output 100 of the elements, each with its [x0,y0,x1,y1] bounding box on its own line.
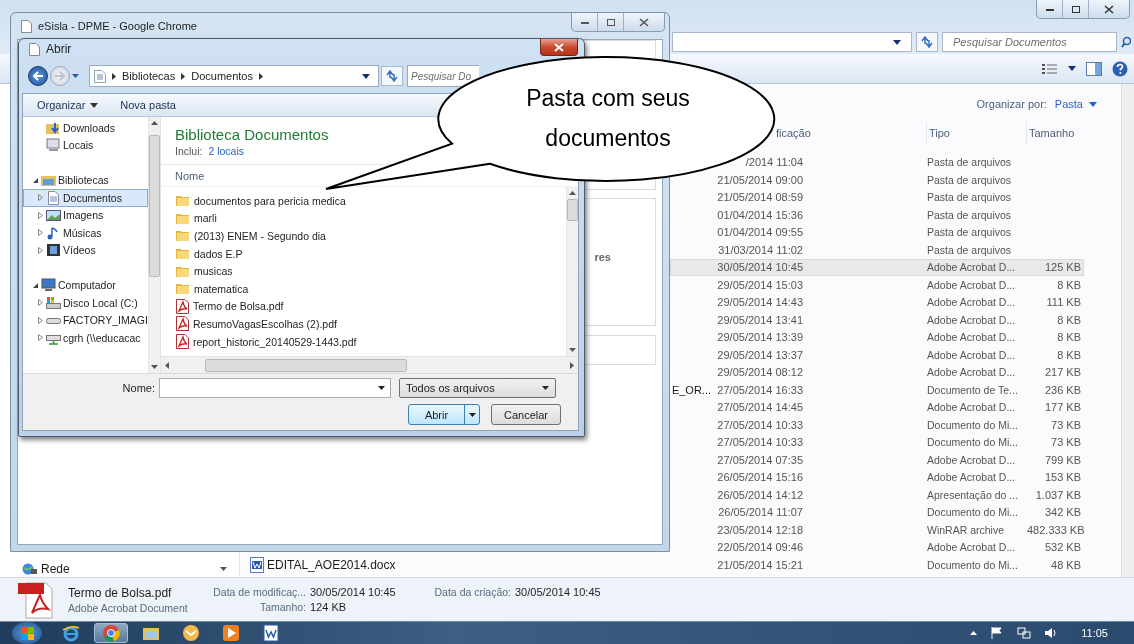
cancel-button[interactable]: Cancelar [491,404,561,425]
help-icon[interactable] [1112,60,1128,77]
file-row[interactable]: 26/05/2014 14:12 Apresentação do ... 1.037 KB [670,486,1084,504]
view-list-icon[interactable] [1042,62,1058,75]
file-row[interactable]: 23/05/2014 12:18 WinRAR archive 482.333 KB [670,521,1084,539]
file-row[interactable]: 22/05/2014 09:46 Adobe Acrobat D... 532 KB [670,538,1084,556]
caret-icon [468,412,476,417]
open-button[interactable]: Abrir [408,404,480,425]
file-row[interactable]: 29/05/2014 13:37 Adobe Acrobat D... 8 KB [670,346,1084,364]
caret-icon[interactable] [1068,66,1076,71]
caret-icon[interactable] [362,73,370,79]
address-bar[interactable]: Bibliotecas Documentos [89,65,379,87]
scroll-down-arrow-icon [151,365,158,369]
file-row[interactable]: 29/05/2014 13:39 Adobe Acrobat D... 8 KB [670,328,1084,346]
toolbar-button[interactable]: Nova pasta [120,99,176,111]
file-row[interactable]: 27/05/2014 14:45 Adobe Acrobat D... 177 KB [670,398,1084,416]
file-row[interactable]: 27/05/2014 10:33 Documento do Mi... 73 KB [670,433,1084,451]
show-hidden-icons-icon[interactable] [970,631,978,635]
scrollbar[interactable] [566,187,578,356]
download-folder-icon [46,120,61,135]
expander-icon[interactable] [32,281,39,289]
breadcrumb[interactable]: Documentos [191,70,253,82]
page-icon [21,19,32,33]
scroll-thumb[interactable] [205,358,407,372]
file-row[interactable]: 26/05/2014 15:16 Adobe Acrobat D... 153 KB [670,468,1084,486]
locations-link[interactable]: 2 locais [208,144,245,159]
column-header[interactable]: Tamanho [1029,126,1075,139]
file-row[interactable]: 27/05/2014 07:35 Adobe Acrobat D... 799 KB [670,451,1084,469]
file-row[interactable]: 29/05/2014 15:03 Adobe Acrobat D... 8 KB [670,276,1084,294]
speaker-icon[interactable] [1045,627,1058,639]
scroll-thumb[interactable] [149,135,160,277]
close-button[interactable] [540,39,578,56]
scroll-down-arrow-icon[interactable] [220,566,227,571]
file-row[interactable]: 01/04/2014 09:55 Pasta de arquivos [670,223,1084,241]
search-icon[interactable] [1121,36,1131,48]
file-row[interactable]: 26/05/2014 11:07 Documento do Mi... 342 KB [670,503,1084,521]
pdf-file-icon [176,298,189,314]
nav-item[interactable]: Bibliotecas [23,171,148,189]
nav-item[interactable]: Disco Local (C:) [23,294,148,312]
network-icon[interactable] [1017,627,1032,639]
nav-item[interactable]: Vídeos [23,241,148,259]
back-button[interactable] [28,66,48,86]
nav-item[interactable]: cgrh (\\educacac [23,329,148,347]
hard-drive-icon [46,295,61,310]
file-row[interactable]: 30/05/2014 10:45 Adobe Acrobat D... 125 KB [670,258,1084,276]
nav-item[interactable]: Imagens [23,206,148,224]
nav-item[interactable]: Locais [23,136,148,154]
nav-item[interactable]: Rede [22,561,70,576]
file-row[interactable]: 29/05/2014 14:43 Adobe Acrobat D... 111 KB [670,293,1084,311]
file-item[interactable]: dados E.P [176,244,566,263]
search-field[interactable]: Pesquisar Do [407,65,479,87]
file-item[interactable]: Termo de Bolsa.pdf [176,297,566,316]
arrange-dropdown[interactable]: Pasta [1054,98,1097,110]
scroll-up-arrow-icon [569,191,576,195]
close-icon [639,17,649,27]
file-row[interactable]: 29/05/2014 08:12 Adobe Acrobat D... 217 KB [670,363,1084,381]
preview-pane-icon[interactable] [1086,61,1102,76]
file-item[interactable]: report_historic_20140529-1443.pdf [176,332,566,351]
date-cell: 29/05/2014 13:39 [717,331,803,344]
file-row[interactable]: 29/05/2014 13:41 Adobe Acrobat D... 8 KB [670,311,1084,329]
file-row[interactable]: 21/05/2014 08:59 Pasta de arquivos [670,188,1084,206]
scroll-thumb[interactable] [567,199,578,221]
scrollbar[interactable] [161,356,578,373]
size-cell: 342 KB [1044,506,1081,519]
refresh-button[interactable] [916,32,938,52]
size-cell: 153 KB [1044,471,1081,484]
column-header[interactable]: Tipo [929,126,950,139]
nav-item[interactable]: Documentos [23,189,148,207]
toolbar-button[interactable]: Organizar [37,99,99,111]
refresh-button[interactable] [381,66,403,86]
expander-icon[interactable] [32,176,39,184]
clock[interactable]: 11:05 [1081,627,1108,639]
file-item[interactable]: documentos para pericia medica [176,192,566,210]
column-header[interactable]: Nome [175,169,205,182]
file-row[interactable]: 27/05/2014 10:33 Documento do Mi... 73 KB [670,416,1084,434]
file-row[interactable]: 21/05/2014 15:21 Documento do Mi... 48 KB [670,556,1084,574]
breadcrumb[interactable]: Bibliotecas [122,70,176,82]
nav-item[interactable]: Downloads [23,119,148,137]
flag-icon[interactable] [991,627,1004,639]
file-row[interactable]: 01/04/2014 15:36 Pasta de arquivos [670,206,1084,224]
file-row[interactable]: 31/03/2014 11:02 Pasta de arquivos [670,241,1084,259]
nav-item[interactable]: Computador [23,276,148,294]
file-item[interactable]: musicas [176,262,566,280]
date-cell: 29/05/2014 13:41 [717,313,803,326]
file-item[interactable]: matematica [176,279,566,298]
scrollbar[interactable] [1121,84,1134,577]
date-cell: 26/05/2014 11:07 [718,506,803,519]
scrollbar[interactable] [148,117,160,373]
search-field[interactable]: Pesquisar Documentos [942,32,1117,52]
nav-item[interactable]: FACTORY_IMAGI [23,311,148,329]
date-cell: 29/05/2014 15:03 [717,278,803,291]
column-header[interactable]: ficação [776,126,811,139]
file-type-dropdown[interactable]: Todos os arquivos [399,378,556,398]
start-button[interactable] [12,622,42,644]
file-item[interactable]: ResumoVagasEscolhas (2).pdf [176,315,566,333]
file-item[interactable]: marli [176,209,566,228]
file-row[interactable]: 21/05/2014 09:00 Pasta de arquivos [670,171,1084,189]
file-row[interactable]: E_OR... 27/05/2014 16:33 Documento de Te... 236 KB [670,381,1084,399]
file-item[interactable]: (2013) ENEM - Segundo dia [176,227,566,245]
nav-item[interactable]: Músicas [23,224,148,242]
